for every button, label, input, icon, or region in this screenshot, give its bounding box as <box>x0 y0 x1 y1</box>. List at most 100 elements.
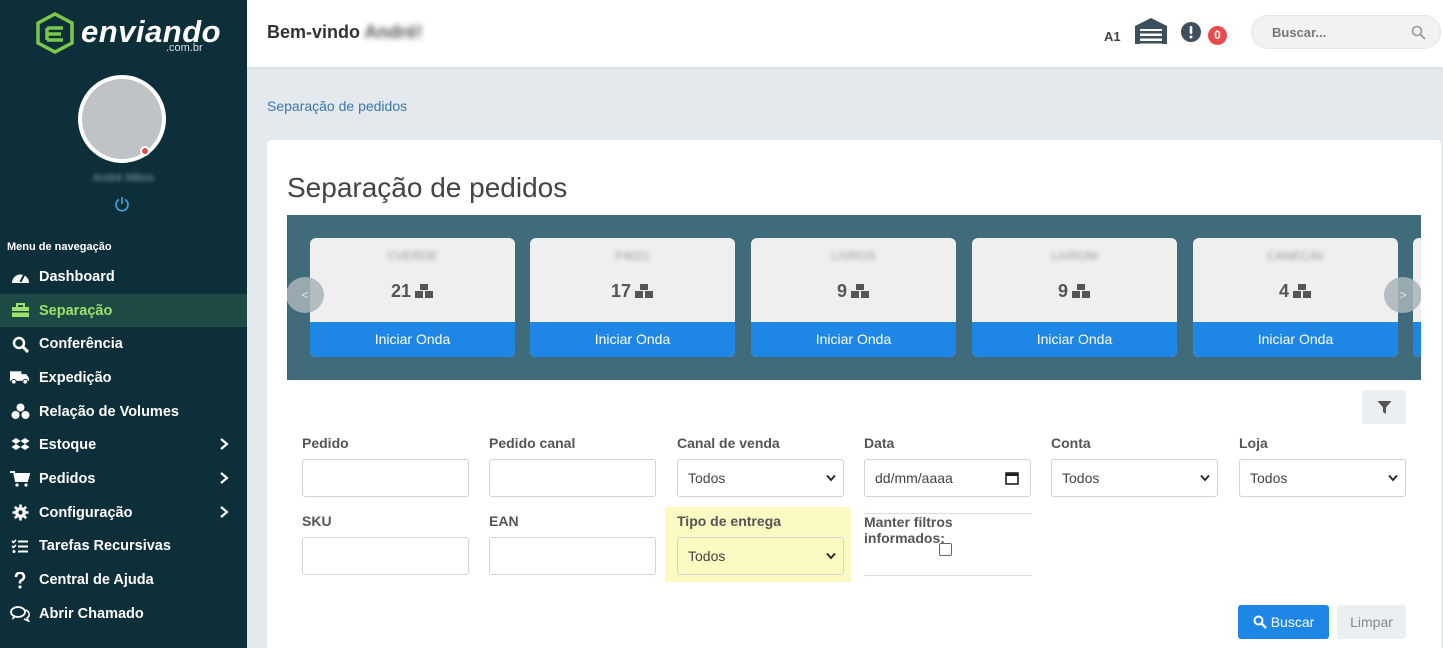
search-box <box>1251 15 1441 49</box>
tipo-entrega-select[interactable]: Todos <box>677 537 844 575</box>
alert-icon[interactable] <box>1181 22 1201 42</box>
pedido-canal-input[interactable] <box>489 459 656 497</box>
sku-field: SKU <box>302 513 469 575</box>
start-wave-button[interactable]: Iniciar Onda <box>530 322 735 357</box>
start-wave-button[interactable]: Iniciar Onda <box>751 322 956 357</box>
canal-venda-label: Canal de venda <box>677 435 780 451</box>
tipo-entrega-label: Tipo de entrega <box>677 513 781 529</box>
boxes-icon <box>10 403 30 421</box>
sidebar-item-label: Dashboard <box>39 268 115 285</box>
breadcrumb[interactable]: Separação de pedidos <box>267 98 407 114</box>
warehouse-icon[interactable] <box>1134 17 1168 45</box>
top-header: Bem-vindo André! A1 0 <box>247 0 1443 67</box>
sidebar-item-conferencia[interactable]: Conferência <box>0 327 247 361</box>
wave-code: LIVROM <box>1051 249 1098 263</box>
warehouse-code[interactable]: A1 <box>1104 29 1121 44</box>
boxes-icon <box>851 284 869 298</box>
wave-card: CVERDE 21 Iniciar Onda <box>310 238 515 357</box>
sidebar-item-label: Tarefas Recursivas <box>39 538 171 555</box>
pedido-label: Pedido <box>302 435 349 451</box>
loja-select[interactable]: Todos <box>1239 459 1406 497</box>
data-input[interactable]: dd/mm/aaaa <box>864 459 1031 497</box>
wave-count: 9 <box>972 281 1177 302</box>
sidebar-item-label: Estoque <box>39 437 97 454</box>
sidebar-item-label: Abrir Chamado <box>39 605 144 622</box>
sidebar-item-chamado[interactable]: Abrir Chamado <box>0 597 247 631</box>
gear-icon <box>10 504 30 522</box>
page-title: Separação de pedidos <box>287 172 568 203</box>
loja-label: Loja <box>1239 435 1268 451</box>
wave-count-value: 9 <box>836 281 847 301</box>
wave-card: LIVROS 9 Iniciar Onda <box>751 238 956 357</box>
question-icon <box>10 571 30 589</box>
search-icon <box>10 335 30 353</box>
boxes-icon <box>1293 284 1311 298</box>
search-button-label: Buscar <box>1270 614 1315 630</box>
menu-title: Menu de navegação <box>7 241 112 253</box>
wave-count-value: 21 <box>390 281 412 301</box>
sku-input[interactable] <box>302 537 469 575</box>
search-input[interactable] <box>1272 25 1402 40</box>
sidebar-item-configuracao[interactable]: Configuração <box>0 496 247 530</box>
start-wave-button[interactable] <box>1413 322 1421 357</box>
clear-button[interactable]: Limpar <box>1337 605 1406 639</box>
search-button[interactable]: Buscar <box>1238 605 1329 639</box>
filter-icon <box>1377 400 1391 414</box>
avatar[interactable] <box>78 75 166 163</box>
sidebar-item-tarefas[interactable]: Tarefas Recursivas <box>0 530 247 564</box>
canal-venda-select[interactable]: Todos <box>677 459 844 497</box>
logo-box-icon <box>36 12 74 54</box>
chevron-down-icon <box>826 552 836 560</box>
search-icon[interactable] <box>1411 25 1426 40</box>
sidebar-item-label: Configuração <box>39 504 133 521</box>
ean-input[interactable] <box>489 537 656 575</box>
toolbox-icon <box>10 302 30 320</box>
welcome-label: Bem-vindo <box>267 22 361 42</box>
carousel-prev-button[interactable]: < <box>287 277 324 313</box>
conta-field: Conta Todos <box>1051 435 1218 497</box>
manter-filtros-label: Manter filtros informados: <box>864 514 953 546</box>
start-wave-button[interactable]: Iniciar Onda <box>310 322 515 357</box>
wave-card: P4021 17 Iniciar Onda <box>530 238 735 357</box>
chevron-down-icon <box>826 474 836 482</box>
chat-icon <box>10 605 30 623</box>
loja-field: Loja Todos <box>1239 435 1406 497</box>
sidebar-item-separacao[interactable]: Separação <box>0 293 247 328</box>
welcome-text: Bem-vindo André! <box>267 22 422 43</box>
chevron-down-icon <box>1388 474 1398 482</box>
chevron-down-icon <box>1200 474 1210 482</box>
sidebar-item-expedicao[interactable]: Expedição <box>0 361 247 395</box>
start-wave-button[interactable]: Iniciar Onda <box>1193 322 1398 357</box>
calendar-icon[interactable] <box>1005 471 1019 485</box>
manter-filtros-checkbox[interactable] <box>939 543 952 556</box>
carousel-next-button[interactable]: > <box>1384 277 1421 313</box>
sidebar-item-ajuda[interactable]: Central de Ajuda <box>0 563 247 597</box>
chevron-right-icon <box>220 505 229 518</box>
ean-field: EAN <box>489 513 656 575</box>
pedido-input[interactable] <box>302 459 469 497</box>
wave-code: CANECAV <box>1266 249 1325 263</box>
sidebar-item-pedidos[interactable]: Pedidos <box>0 462 247 496</box>
conta-label: Conta <box>1051 435 1091 451</box>
alert-count-badge[interactable]: 0 <box>1208 26 1227 45</box>
tasks-icon <box>10 537 30 555</box>
brand-logo[interactable]: enviando .com.br <box>35 10 221 58</box>
canal-venda-field: Canal de venda Todos <box>677 435 844 497</box>
tipo-entrega-value: Todos <box>688 548 726 564</box>
dropbox-icon <box>10 436 30 454</box>
sidebar-item-label: Expedição <box>39 369 112 386</box>
sku-label: SKU <box>302 513 332 529</box>
boxes-icon <box>1072 284 1090 298</box>
power-icon[interactable] <box>114 196 130 212</box>
sidebar-item-estoque[interactable]: Estoque <box>0 428 247 462</box>
sidebar-item-label: Conferência <box>39 336 123 353</box>
pedido-field: Pedido <box>302 435 469 497</box>
conta-select[interactable]: Todos <box>1051 459 1218 497</box>
filter-toggle-button[interactable] <box>1362 390 1406 424</box>
wave-code: LIVROS <box>831 249 876 263</box>
sidebar-item-volumes[interactable]: Relação de Volumes <box>0 395 247 429</box>
data-placeholder: dd/mm/aaaa <box>875 470 953 486</box>
wave-carousel: CVERDE 21 Iniciar Onda P4021 17 Iniciar … <box>287 215 1421 380</box>
start-wave-button[interactable]: Iniciar Onda <box>972 322 1177 357</box>
sidebar-item-dashboard[interactable]: Dashboard <box>0 260 247 294</box>
